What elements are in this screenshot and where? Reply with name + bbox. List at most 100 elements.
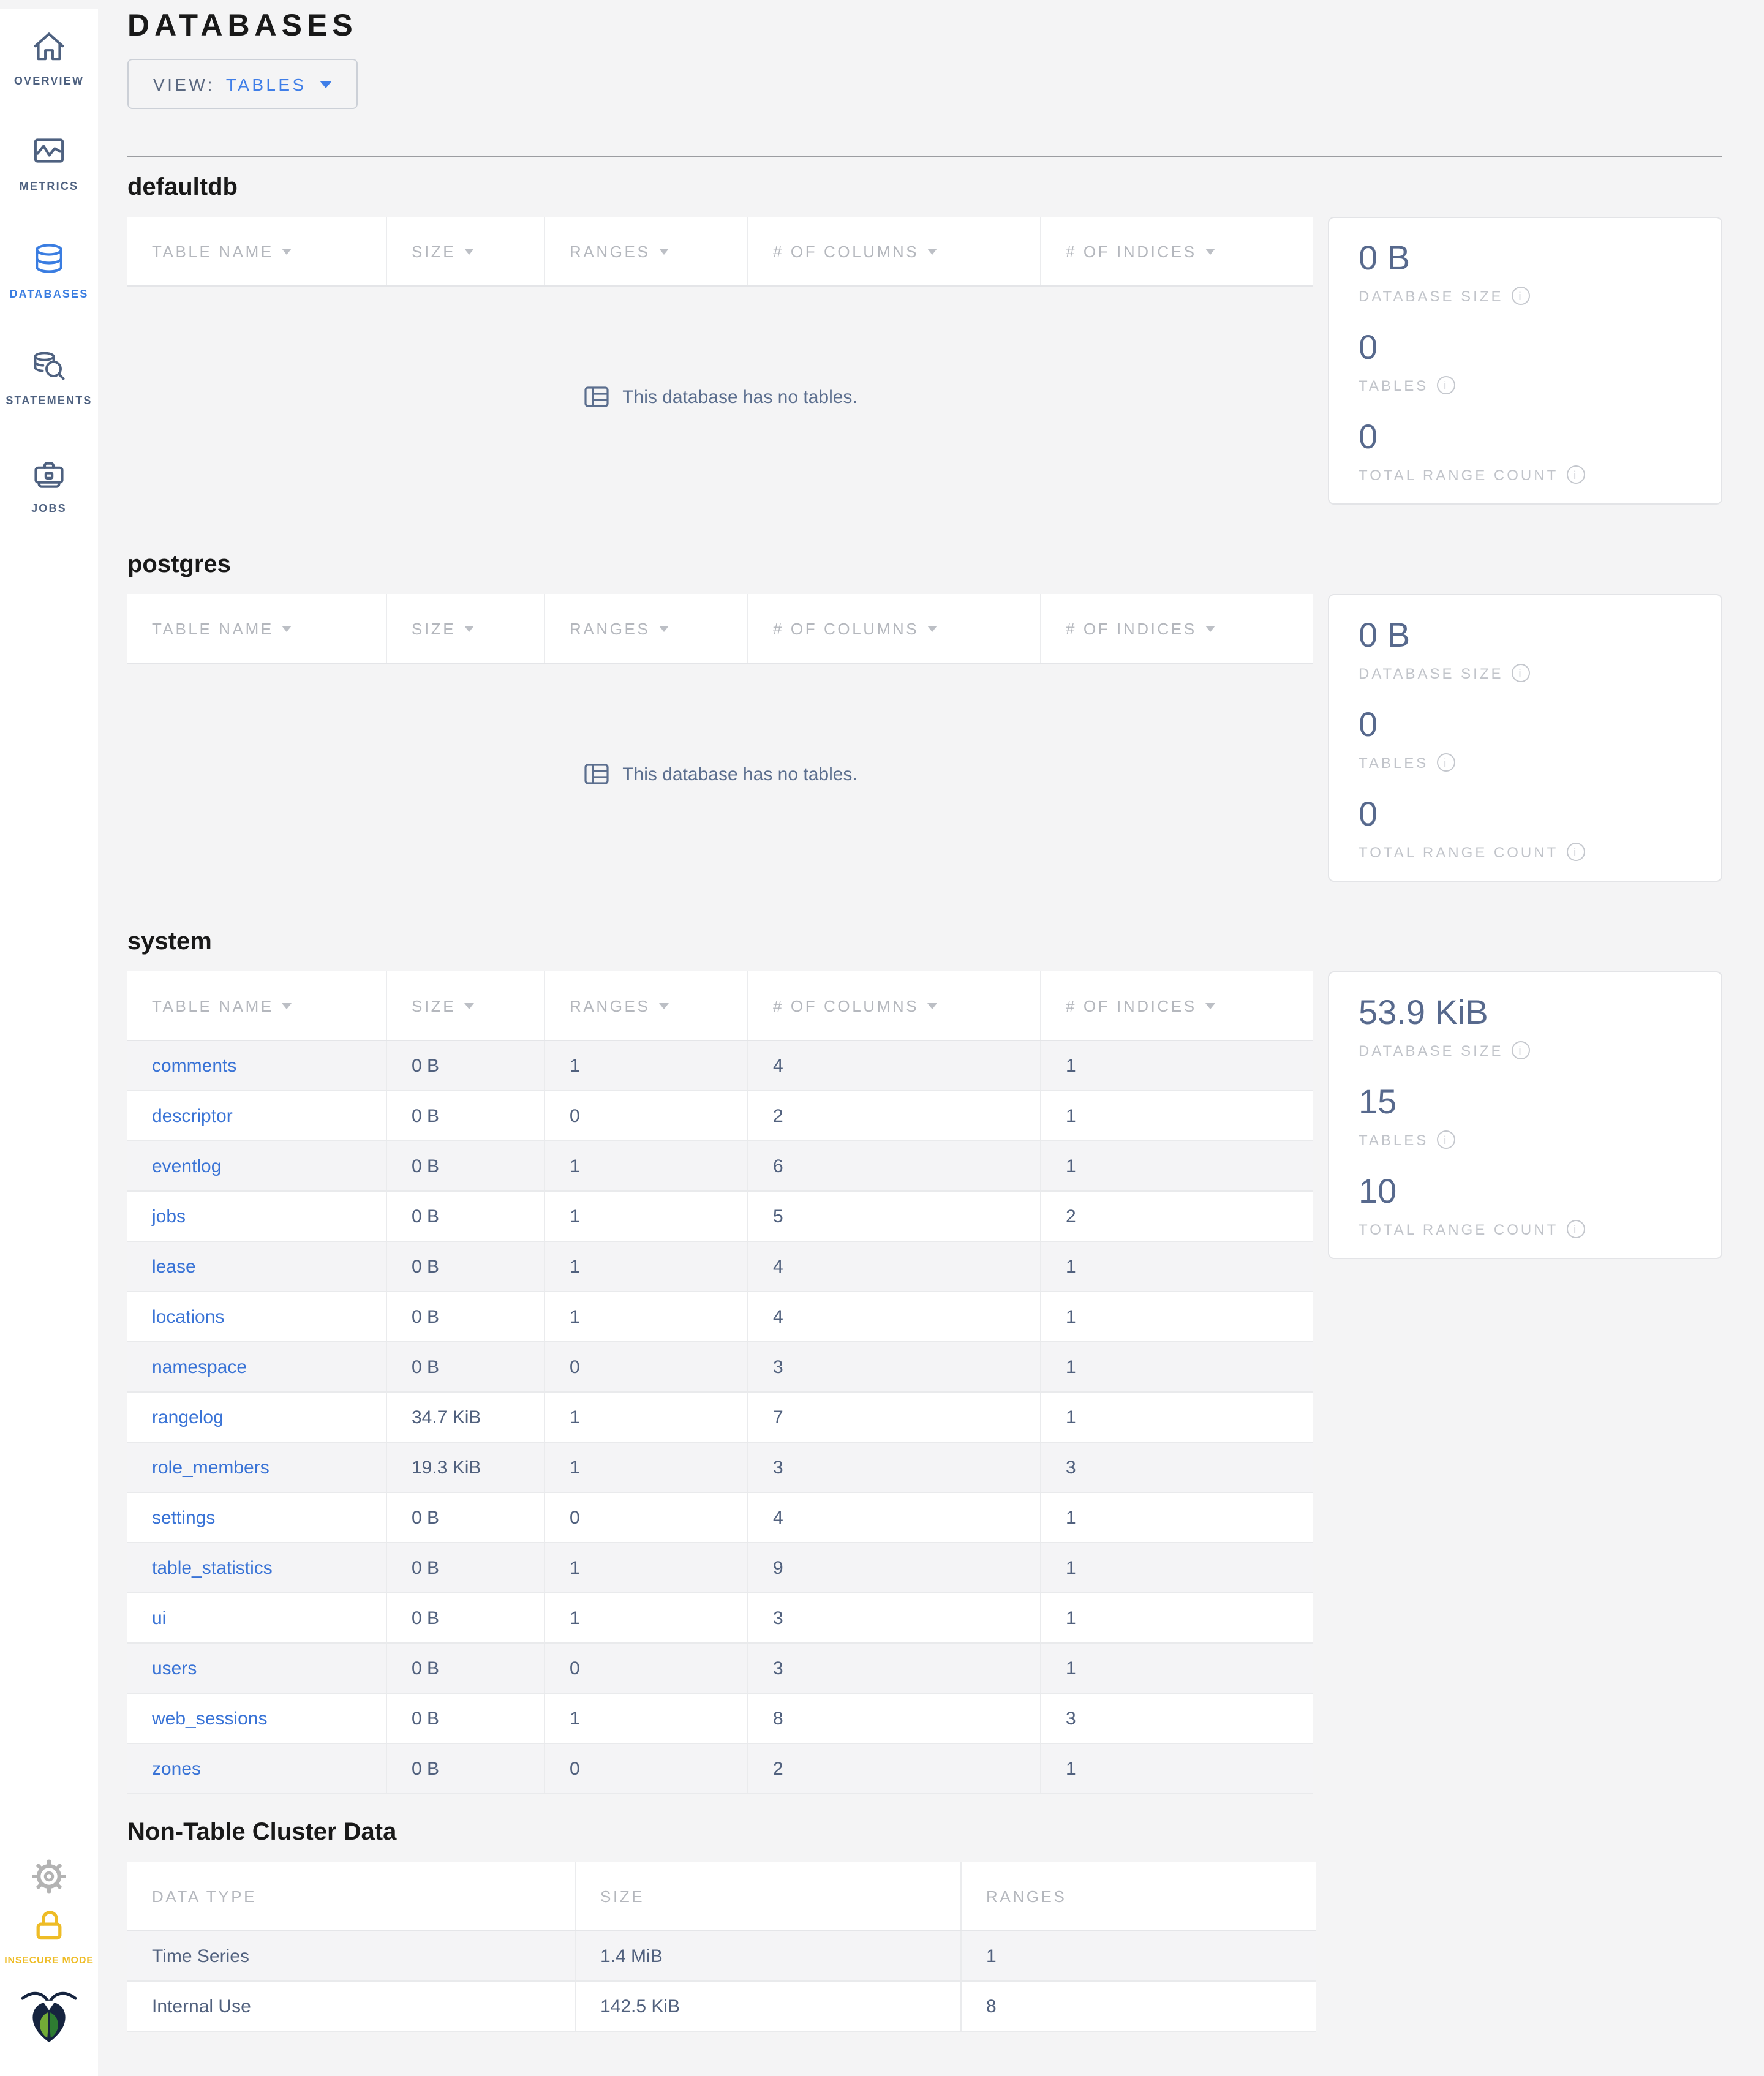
empty-state: This database has no tables. xyxy=(127,664,1313,884)
table-row: users 0 B03 1 xyxy=(127,1644,1313,1694)
column-header-indices[interactable]: # OF INDICES xyxy=(1041,594,1313,663)
databases-page: OVERVIEW METRICS DATABASES STATEMENTS JO… xyxy=(0,9,1764,2076)
sort-caret-icon xyxy=(464,625,475,631)
view-dropdown[interactable]: VIEW: TABLES xyxy=(127,59,358,109)
table-link[interactable]: jobs xyxy=(152,1206,186,1227)
column-header-indices[interactable]: # OF INDICES xyxy=(1041,971,1313,1040)
cell-name: descriptor xyxy=(127,1091,387,1140)
database-icon xyxy=(0,241,98,282)
column-header-table-name[interactable]: TABLE NAME xyxy=(127,594,387,663)
column-header-indices[interactable]: # OF INDICES xyxy=(1041,217,1313,285)
sidebar-item-metrics[interactable]: METRICS xyxy=(0,134,98,192)
column-header-columns[interactable]: # OF COLUMNS xyxy=(748,217,1041,285)
empty-state-message: This database has no tables. xyxy=(622,764,858,784)
tables-table: TABLE NAME SIZE RANGES # OF COLUMNS # OF… xyxy=(127,217,1313,507)
table-link[interactable]: zones xyxy=(152,1758,201,1779)
table-row: descriptor 0 B02 1 xyxy=(127,1091,1313,1141)
table-row: ui 0 B131 xyxy=(127,1593,1313,1644)
non-table-cluster-data-section: Non-Table Cluster Data DATA TYPE SIZE RA… xyxy=(127,1819,1722,2032)
cell-columns: 4 xyxy=(748,1292,1041,1341)
insecure-mode-indicator[interactable]: INSECURE MODE xyxy=(0,1907,98,1966)
info-icon[interactable]: i xyxy=(1437,753,1456,772)
cell-name: ui xyxy=(127,1593,387,1642)
table-link[interactable]: settings xyxy=(152,1507,215,1528)
column-header-size[interactable]: SIZE xyxy=(387,971,545,1040)
table-body: Time Series 1.4 MiB 1 Internal Use 142.5 KiB… xyxy=(127,1931,1316,2032)
column-header-table-name[interactable]: TABLE NAME xyxy=(127,971,387,1040)
cell-name: settings xyxy=(127,1493,387,1542)
table-link[interactable]: comments xyxy=(152,1055,236,1076)
home-icon xyxy=(0,28,98,69)
cell-size: 0 B xyxy=(387,1091,545,1140)
column-header-columns[interactable]: # OF COLUMNS xyxy=(748,594,1041,663)
table-row: zones 0 B02 1 xyxy=(127,1744,1313,1794)
sort-caret-icon xyxy=(658,248,669,254)
table-grid-icon xyxy=(584,386,609,407)
column-header-ranges: RANGES xyxy=(986,1887,1067,1905)
stat-range-count: 0 TOTAL RANGE COUNT i xyxy=(1359,794,1692,861)
cell-name: table_statistics xyxy=(127,1543,387,1592)
table-link[interactable]: rangelog xyxy=(152,1407,224,1427)
database-name: system xyxy=(127,928,212,955)
column-header-size[interactable]: SIZE xyxy=(387,217,545,285)
cell-indices: 3 xyxy=(1066,1457,1076,1478)
metrics-icon xyxy=(0,134,98,174)
table-header-row: TABLE NAME SIZE RANGES # OF COLUMNS # OF… xyxy=(127,217,1313,287)
page-title: DATABASES xyxy=(127,9,358,43)
table-row: table_statistics 0 B191 xyxy=(127,1543,1313,1593)
table-link[interactable]: locations xyxy=(152,1306,224,1327)
sidebar-item-databases[interactable]: DATABASES xyxy=(0,241,98,300)
sort-caret-icon xyxy=(658,1002,669,1009)
info-icon[interactable]: i xyxy=(1567,843,1586,861)
cell-ranges: 8 xyxy=(986,1996,997,2017)
table-link[interactable]: table_statistics xyxy=(152,1557,273,1578)
column-header-columns[interactable]: # OF COLUMNS xyxy=(748,971,1041,1040)
table-link[interactable]: ui xyxy=(152,1608,166,1628)
column-header-ranges[interactable]: RANGES xyxy=(545,971,748,1040)
cell-columns: 3 xyxy=(748,1443,1041,1492)
stat-database-size: 53.9 KiB DATABASE SIZE i xyxy=(1359,992,1692,1059)
sort-caret-icon xyxy=(1205,248,1215,254)
cell-columns: 8 xyxy=(748,1694,1041,1743)
cell-ranges: 0 xyxy=(545,1744,748,1793)
table-body: comments 0 B 1 4 1 descriptor 0 B 0 2 1 eventlog 0 … xyxy=(127,1041,1313,1794)
column-header-ranges[interactable]: RANGES xyxy=(545,217,748,285)
table-link[interactable]: namespace xyxy=(152,1356,247,1377)
table-link[interactable]: users xyxy=(152,1658,197,1679)
table-row: Time Series 1.4 MiB 1 xyxy=(127,1931,1316,1982)
info-icon[interactable]: i xyxy=(1512,287,1531,305)
cell-indices: 1 xyxy=(1066,1356,1076,1377)
insecure-mode-label: INSECURE MODE xyxy=(4,1955,94,1966)
cell-ranges: 1 xyxy=(545,1393,748,1442)
info-icon[interactable]: i xyxy=(1512,664,1531,682)
table-link[interactable]: eventlog xyxy=(152,1156,221,1176)
column-header-ranges[interactable]: RANGES xyxy=(545,594,748,663)
settings-button[interactable] xyxy=(0,1858,98,1901)
stat-database-size: 0 B DATABASE SIZE i xyxy=(1359,238,1692,305)
database-name: postgres xyxy=(127,551,231,578)
cell-ranges: 1 xyxy=(545,1192,748,1241)
column-header-table-name[interactable]: TABLE NAME xyxy=(127,217,387,285)
sidebar-item-jobs[interactable]: JOBS xyxy=(0,456,98,514)
sidebar-item-overview[interactable]: OVERVIEW xyxy=(0,28,98,87)
cell-ranges: 1 xyxy=(545,1292,748,1341)
sidebar-item-statements[interactable]: STATEMENTS xyxy=(0,348,98,407)
column-header-size[interactable]: SIZE xyxy=(387,594,545,663)
table-link[interactable]: role_members xyxy=(152,1457,270,1478)
gear-icon xyxy=(31,1859,67,1900)
cell-indices: 1 xyxy=(1066,1658,1076,1679)
info-icon[interactable]: i xyxy=(1567,465,1586,484)
info-icon[interactable]: i xyxy=(1567,1220,1586,1238)
stat-tables: 0 TABLES i xyxy=(1359,327,1692,394)
cell-size: 34.7 KiB xyxy=(387,1393,545,1442)
table-link[interactable]: web_sessions xyxy=(152,1708,267,1729)
info-icon[interactable]: i xyxy=(1437,1130,1456,1149)
cell-indices: 1 xyxy=(1066,1507,1076,1528)
table-link[interactable]: descriptor xyxy=(152,1105,233,1126)
info-icon[interactable]: i xyxy=(1512,1041,1531,1059)
info-icon[interactable]: i xyxy=(1437,376,1456,394)
cell-indices: 1 xyxy=(1066,1758,1076,1779)
table-header-row: TABLE NAME SIZE RANGES # OF COLUMNS # OF… xyxy=(127,971,1313,1041)
table-link[interactable]: lease xyxy=(152,1256,196,1277)
database-section-defaultdb: defaultdb TABLE NAME SIZE RANGES # OF CO… xyxy=(127,174,1722,507)
